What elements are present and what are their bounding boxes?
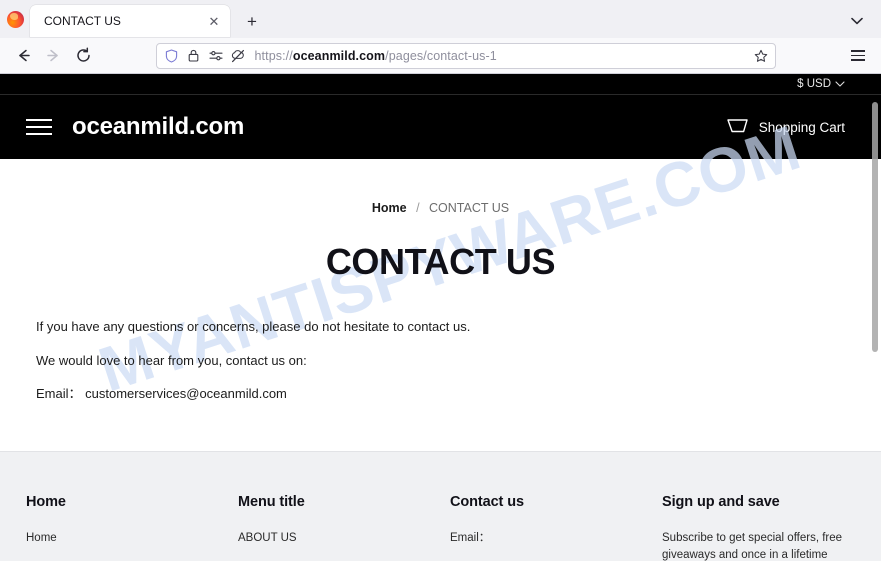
lock-icon[interactable] — [185, 47, 203, 65]
url-text: https://oceanmild.com/pages/contact-us-1 — [254, 48, 497, 63]
footer-column-home: Home Home — [26, 494, 238, 561]
firefox-logo-icon — [0, 0, 30, 38]
footer-column-signup: Sign up and save Subscribe to get specia… — [662, 494, 855, 561]
site-logo[interactable]: oceanmild.com — [72, 113, 244, 141]
tab-title: CONTACT US — [44, 14, 121, 28]
navigation-toolbar: https://oceanmild.com/pages/contact-us-1 — [0, 38, 881, 74]
chevron-down-icon[interactable] — [843, 7, 871, 35]
footer-heading: Menu title — [238, 494, 305, 510]
bookmark-star-icon[interactable] — [751, 46, 771, 66]
page-title: CONTACT US — [325, 241, 556, 282]
url-bar-container: https://oceanmild.com/pages/contact-us-1 — [98, 42, 833, 69]
reload-button[interactable] — [68, 42, 98, 70]
browser-tab-active[interactable]: CONTACT US ✕ — [30, 5, 230, 37]
cart-icon — [726, 117, 750, 137]
currency-label: $ USD — [797, 78, 831, 90]
footer-contact-email-label: Email： — [450, 532, 491, 544]
menu-icon[interactable] — [26, 119, 52, 135]
address-bar[interactable]: https://oceanmild.com/pages/contact-us-1 — [155, 42, 776, 69]
footer-heading: Sign up and save — [662, 494, 780, 510]
tab-strip: CONTACT US ✕ + — [0, 0, 881, 38]
close-icon[interactable]: ✕ — [204, 11, 224, 31]
contact-paragraph-2: We would love to hear from you, contact … — [36, 352, 307, 368]
tracking-blocked-icon[interactable] — [229, 47, 247, 65]
main-content: MYANTISPYWARE.COM Home / CONTACT US CONT… — [0, 113, 881, 451]
site-utility-bar: $ USD — [0, 74, 881, 95]
contact-email-line: Email： customerservices@oceanmild.com — [36, 386, 287, 402]
cart-label: Shopping Cart — [758, 119, 845, 135]
page-viewport: $ USD oceanmild.com Shopping Cart MYANTI… — [0, 74, 881, 561]
currency-selector[interactable]: $ USD — [797, 78, 845, 90]
site-header: oceanmild.com Shopping Cart — [0, 95, 881, 159]
contact-body-copy: If you have any questions or concerns, p… — [0, 319, 881, 402]
forward-button[interactable] — [38, 42, 68, 70]
new-tab-button[interactable]: + — [238, 8, 266, 36]
footer-link[interactable]: ABOUT US — [238, 530, 428, 547]
breadcrumb-current: CONTACT US — [429, 201, 510, 215]
footer-column-menu-title: Menu title ABOUT US — [238, 494, 450, 561]
breadcrumb: Home / CONTACT US — [0, 159, 881, 215]
browser-menu-button[interactable] — [843, 42, 873, 70]
breadcrumb-separator: / — [416, 201, 420, 215]
site-footer: Home Home Menu title ABOUT US Contact us… — [0, 451, 881, 561]
shopping-cart-button[interactable]: Shopping Cart — [726, 117, 845, 137]
chevron-down-icon — [835, 78, 845, 90]
footer-link[interactable]: Home — [26, 530, 216, 547]
contact-paragraph-1: If you have any questions or concerns, p… — [36, 319, 471, 334]
footer-heading: Home — [26, 494, 66, 510]
browser-window: CONTACT US ✕ + https://oceanmild.com/pag… — [0, 0, 881, 561]
permissions-icon[interactable] — [207, 47, 225, 65]
shield-icon[interactable] — [163, 47, 181, 65]
footer-column-contact-us: Contact us Email： — [450, 494, 662, 561]
footer-signup-description: Subscribe to get special offers, free gi… — [662, 532, 843, 561]
footer-heading: Contact us — [450, 494, 524, 510]
breadcrumb-home-link[interactable]: Home — [372, 201, 407, 215]
back-button[interactable] — [8, 42, 38, 70]
